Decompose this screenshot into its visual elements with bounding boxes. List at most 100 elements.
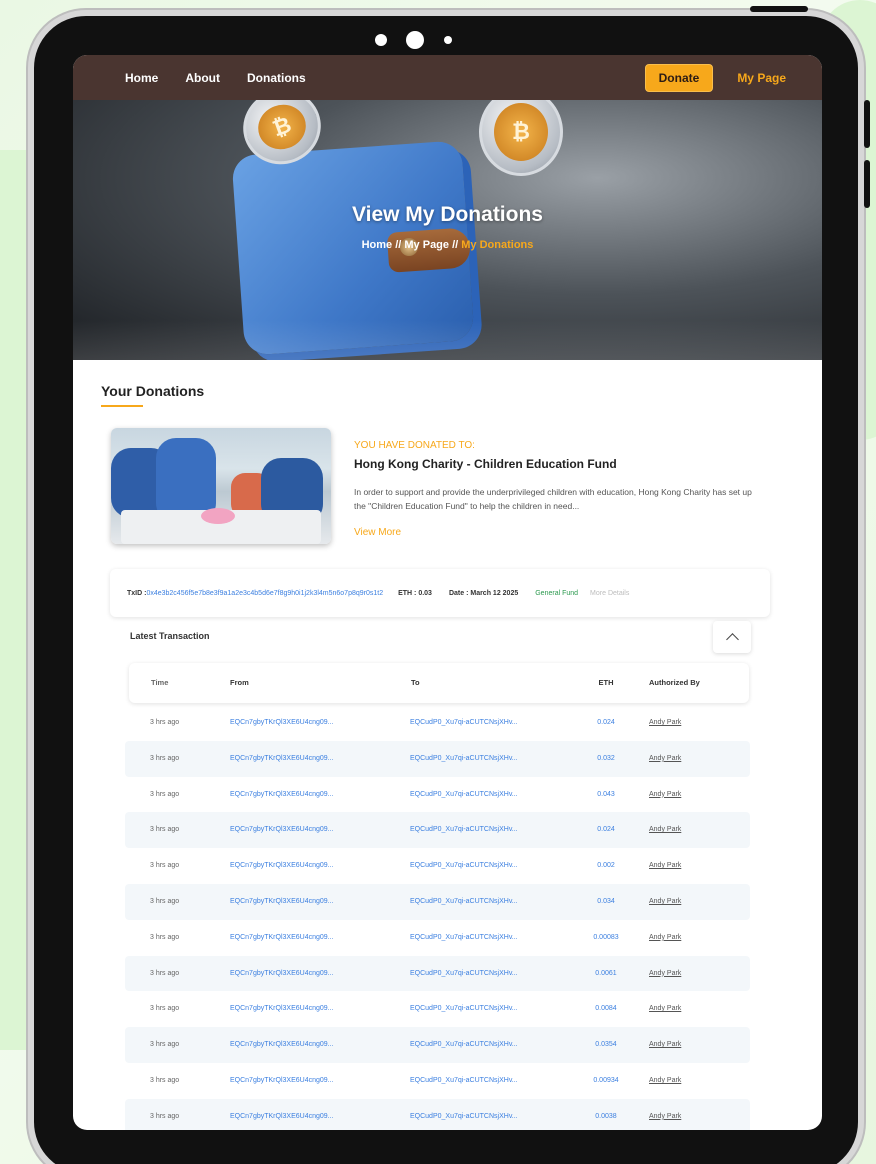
cell-to-link[interactable]: EQCudP0_Xu7qi-aCUTCNsjXHv... — [410, 1027, 518, 1063]
col-to: To — [411, 678, 420, 687]
donated-to-label: YOU HAVE DONATED TO: — [354, 440, 475, 451]
cell-authorized-link[interactable]: Andy Park — [649, 1027, 681, 1063]
cell-from-link[interactable]: EQCn7gbyTKrQl3XE6U4cng09... — [230, 777, 334, 813]
tx-eth-amount: ETH : 0.03 — [398, 589, 432, 597]
cell-from-link[interactable]: EQCn7gbyTKrQl3XE6U4cng09... — [230, 1063, 334, 1099]
cell-to-link[interactable]: EQCudP0_Xu7qi-aCUTCNsjXHv... — [410, 956, 518, 992]
cell-from-link[interactable]: EQCn7gbyTKrQl3XE6U4cng09... — [230, 884, 334, 920]
cell-from-link[interactable]: EQCn7gbyTKrQl3XE6U4cng09... — [230, 1099, 334, 1130]
cell-to-link[interactable]: EQCudP0_Xu7qi-aCUTCNsjXHv... — [410, 741, 518, 777]
cell-from-link[interactable]: EQCn7gbyTKrQl3XE6U4cng09... — [230, 812, 334, 848]
sensor-dot — [444, 36, 452, 44]
cell-eth: 0.00083 — [593, 933, 619, 941]
top-nav: Home About Donations Donate My Page — [73, 55, 822, 100]
cell-authorized-link[interactable]: Andy Park — [649, 812, 681, 848]
cell-from-link[interactable]: EQCn7gbyTKrQl3XE6U4cng09... — [230, 741, 334, 777]
cell-authorized-link[interactable]: Andy Park — [649, 1099, 681, 1130]
cell-time: 3 hrs ago — [150, 862, 180, 870]
coin-face: ₿ — [251, 100, 313, 156]
cell-authorized-link[interactable]: Andy Park — [649, 920, 681, 956]
cell-to-link[interactable]: EQCudP0_Xu7qi-aCUTCNsjXHv... — [410, 812, 518, 848]
cell-eth: 0.0061 — [595, 969, 617, 977]
cell-eth: 0.00934 — [593, 1076, 619, 1084]
cell-authorized-link[interactable]: Andy Park — [649, 741, 681, 777]
nav-donations-link[interactable]: Donations — [247, 71, 306, 85]
cell-eth: 0.0084 — [595, 1005, 617, 1013]
table-row: 3 hrs ago EQCn7gbyTKrQl3XE6U4cng09... EQ… — [125, 705, 750, 741]
cell-eth: 0.043 — [597, 790, 615, 798]
power-button — [750, 6, 808, 12]
transaction-table: 3 hrs ago EQCn7gbyTKrQl3XE6U4cng09... EQ… — [125, 705, 750, 1130]
camera-lens — [406, 31, 424, 49]
web-page: Home About Donations Donate My Page ₿ ₿ … — [73, 55, 822, 1130]
cell-to-link[interactable]: EQCudP0_Xu7qi-aCUTCNsjXHv... — [410, 884, 518, 920]
donate-button[interactable]: Donate — [644, 63, 714, 92]
bitcoin-coin-icon: ₿ — [479, 100, 563, 176]
view-more-link[interactable]: View More — [354, 527, 401, 538]
table-row: 3 hrs ago EQCn7gbyTKrQl3XE6U4cng09... EQ… — [125, 991, 750, 1027]
cell-time: 3 hrs ago — [150, 1041, 180, 1049]
cell-from-link[interactable]: EQCn7gbyTKrQl3XE6U4cng09... — [230, 848, 334, 884]
cell-eth: 0.024 — [597, 826, 615, 834]
breadcrumb-mypage[interactable]: My Page — [404, 239, 449, 251]
cell-to-link[interactable]: EQCudP0_Xu7qi-aCUTCNsjXHv... — [410, 777, 518, 813]
cell-from-link[interactable]: EQCn7gbyTKrQl3XE6U4cng09... — [230, 705, 334, 741]
latest-transaction-title: Latest Transaction — [130, 631, 210, 641]
cell-to-link[interactable]: EQCudP0_Xu7qi-aCUTCNsjXHv... — [410, 705, 518, 741]
cell-from-link[interactable]: EQCn7gbyTKrQl3XE6U4cng09... — [230, 956, 334, 992]
cell-time: 3 hrs ago — [150, 897, 180, 905]
cell-to-link[interactable]: EQCudP0_Xu7qi-aCUTCNsjXHv... — [410, 1099, 518, 1130]
cell-time: 3 hrs ago — [150, 1005, 180, 1013]
cell-to-link[interactable]: EQCudP0_Xu7qi-aCUTCNsjXHv... — [410, 1063, 518, 1099]
cell-eth: 0.024 — [597, 719, 615, 726]
table-row: 3 hrs ago EQCn7gbyTKrQl3XE6U4cng09... EQ… — [125, 777, 750, 813]
cell-time: 3 hrs ago — [150, 754, 180, 762]
breadcrumb-home[interactable]: Home — [362, 239, 393, 251]
cell-eth: 0.002 — [597, 862, 615, 870]
table-row: 3 hrs ago EQCn7gbyTKrQl3XE6U4cng09... EQ… — [125, 740, 750, 777]
camera-dot — [375, 34, 387, 46]
cell-authorized-link[interactable]: Andy Park — [649, 991, 681, 1027]
section-underline — [101, 405, 143, 407]
table-row: 3 hrs ago EQCn7gbyTKrQl3XE6U4cng09... EQ… — [125, 812, 750, 849]
transaction-summary: TxID : 0x4e3b2c456f5e7b8e3f9a1a2e3c4b5d6… — [110, 569, 770, 617]
section-title: Your Donations — [101, 383, 205, 399]
collapse-button[interactable] — [713, 621, 751, 653]
volume-down-button — [864, 160, 870, 208]
cell-from-link[interactable]: EQCn7gbyTKrQl3XE6U4cng09... — [230, 920, 334, 956]
charity-photo — [111, 428, 331, 544]
cell-authorized-link[interactable]: Andy Park — [649, 956, 681, 992]
table-row: 3 hrs ago EQCn7gbyTKrQl3XE6U4cng09... EQ… — [125, 920, 750, 956]
cell-eth: 0.034 — [597, 897, 615, 905]
txid-link[interactable]: 0x4e3b2c456f5e7b8e3f9a1a2e3c4b5d6e7f8g9h… — [146, 590, 383, 597]
table-row: 3 hrs ago EQCn7gbyTKrQl3XE6U4cng09... EQ… — [125, 848, 750, 884]
cell-authorized-link[interactable]: Andy Park — [649, 705, 681, 741]
table-row: 3 hrs ago EQCn7gbyTKrQl3XE6U4cng09... EQ… — [125, 955, 750, 992]
cell-authorized-link[interactable]: Andy Park — [649, 848, 681, 884]
cell-authorized-link[interactable]: Andy Park — [649, 1063, 681, 1099]
breadcrumb-separator: // — [392, 239, 405, 251]
cell-authorized-link[interactable]: Andy Park — [649, 777, 681, 813]
cell-to-link[interactable]: EQCudP0_Xu7qi-aCUTCNsjXHv... — [410, 848, 518, 884]
donation-card: YOU HAVE DONATED TO: Hong Kong Charity -… — [108, 423, 788, 551]
tx-fund-badge: General Fund — [535, 589, 579, 597]
cell-time: 3 hrs ago — [150, 969, 180, 977]
nav-home-link[interactable]: Home — [125, 71, 158, 85]
cell-to-link[interactable]: EQCudP0_Xu7qi-aCUTCNsjXHv... — [410, 920, 518, 956]
chevron-up-icon — [725, 633, 739, 646]
cell-eth: 0.0038 — [595, 1112, 617, 1120]
cell-from-link[interactable]: EQCn7gbyTKrQl3XE6U4cng09... — [230, 991, 334, 1027]
cell-from-link[interactable]: EQCn7gbyTKrQl3XE6U4cng09... — [230, 1027, 334, 1063]
cell-authorized-link[interactable]: Andy Park — [649, 884, 681, 920]
breadcrumb-separator: // — [449, 239, 462, 251]
cell-to-link[interactable]: EQCudP0_Xu7qi-aCUTCNsjXHv... — [410, 991, 518, 1027]
cell-time: 3 hrs ago — [150, 826, 180, 834]
col-from: From — [230, 678, 249, 687]
more-details-link[interactable]: More Details — [590, 590, 629, 597]
hero-banner: ₿ ₿ View My Donations Home // My Page //… — [73, 100, 822, 360]
cell-time: 3 hrs ago — [150, 719, 180, 726]
nav-about-link[interactable]: About — [185, 71, 220, 85]
breadcrumb-current: My Donations — [461, 239, 534, 251]
cell-time: 3 hrs ago — [150, 1112, 180, 1120]
my-page-link[interactable]: My Page — [737, 71, 786, 85]
